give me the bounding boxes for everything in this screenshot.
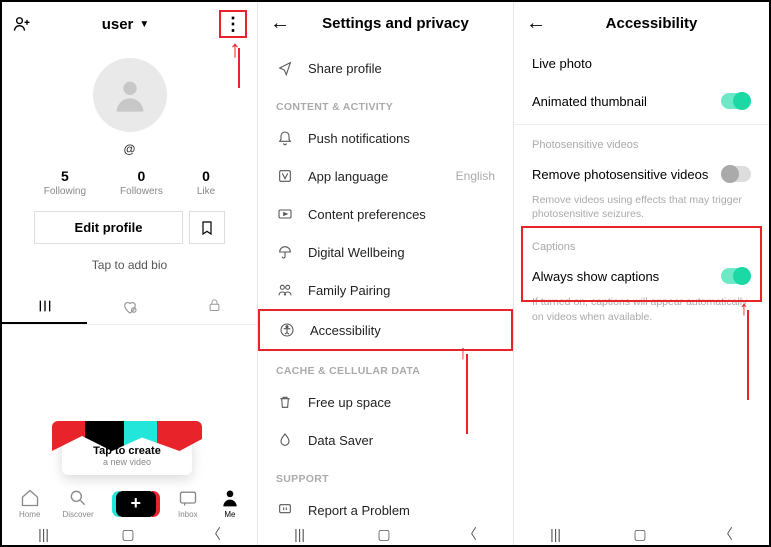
- section-photosensitive: Photosensitive videos: [514, 129, 769, 155]
- nav-me[interactable]: Me: [220, 488, 240, 519]
- row-share-profile[interactable]: Share profile: [258, 49, 513, 87]
- row-content-preferences[interactable]: Content preferences: [258, 195, 513, 233]
- back-button[interactable]: ←: [270, 12, 290, 35]
- profile-panel: user ▼ ⋮ ↑ @ 5 Following 0 Followers: [2, 2, 258, 545]
- bell-icon: [276, 130, 294, 146]
- system-nav: ||| ▢ 〈: [514, 523, 769, 545]
- nav-discover[interactable]: Discover: [62, 488, 93, 519]
- row-animated-thumbnail[interactable]: Animated thumbnail: [514, 82, 769, 120]
- settings-panel: ← Settings and privacy Share profileCONT…: [258, 2, 514, 545]
- family-icon: [276, 282, 294, 298]
- row-digital-wellbeing[interactable]: Digital Wellbeing: [258, 233, 513, 271]
- umbrella-icon: [276, 244, 294, 260]
- access-icon: [278, 322, 296, 338]
- page-title: Settings and privacy: [290, 15, 501, 32]
- drop-icon: [276, 432, 294, 448]
- bookmark-button[interactable]: [189, 211, 225, 244]
- tab-liked[interactable]: [87, 290, 172, 324]
- nav-create[interactable]: +: [116, 491, 156, 517]
- sys-home[interactable]: ▢: [121, 526, 134, 543]
- bottom-nav: Home Discover + Inbox Me: [2, 484, 257, 523]
- row-push-notifications[interactable]: Push notifications: [258, 119, 513, 157]
- sys-recent[interactable]: |||: [38, 526, 49, 542]
- user-handle: @: [124, 142, 136, 156]
- system-nav: ||| ▢ 〈: [258, 523, 513, 545]
- row-data-saver[interactable]: Data Saver: [258, 421, 513, 459]
- sys-back[interactable]: 〈: [463, 524, 477, 544]
- sys-recent[interactable]: |||: [294, 526, 305, 542]
- edit-profile-button[interactable]: Edit profile: [34, 211, 184, 244]
- sys-back[interactable]: 〈: [719, 524, 733, 544]
- section-content-activity: CONTENT & ACTIVITY: [258, 87, 513, 119]
- bio-placeholder[interactable]: Tap to add bio: [92, 258, 167, 272]
- row-app-language[interactable]: App languageEnglish: [258, 157, 513, 195]
- row-free-up-space[interactable]: Free up space: [258, 383, 513, 421]
- row-family-pairing[interactable]: Family Pairing: [258, 271, 513, 309]
- section-support: SUPPORT: [258, 459, 513, 491]
- system-nav: ||| ▢ 〈: [2, 523, 257, 545]
- more-menu-button[interactable]: ⋮: [219, 10, 247, 38]
- row-live-photo[interactable]: Live photo: [514, 45, 769, 82]
- sys-recent[interactable]: |||: [550, 526, 561, 542]
- stat-followers[interactable]: 0 Followers: [120, 168, 163, 197]
- annotation-arrow: ↑: [458, 342, 468, 365]
- username: user: [102, 16, 134, 33]
- toggle-photosensitive[interactable]: [721, 166, 751, 182]
- tap-to-create-card[interactable]: Tap to create a new video: [62, 435, 192, 475]
- stat-likes[interactable]: 0 Like: [197, 168, 215, 197]
- flag-icon: [276, 502, 294, 518]
- sys-home[interactable]: ▢: [633, 526, 646, 543]
- back-button[interactable]: ←: [526, 12, 546, 35]
- nav-home[interactable]: Home: [19, 488, 40, 519]
- section-cache: CACHE & CELLULAR DATA: [258, 351, 513, 383]
- toggle-animated-thumbnail[interactable]: [721, 93, 751, 109]
- add-person-icon[interactable]: [12, 14, 32, 34]
- annotation-highlight: [521, 226, 762, 302]
- row-remove-photosensitive[interactable]: Remove photosensitive videos: [514, 155, 769, 193]
- username-dropdown[interactable]: user ▼: [40, 16, 211, 33]
- accessibility-panel: ← Accessibility Live photo Animated thum…: [514, 2, 769, 545]
- pref-icon: [276, 206, 294, 222]
- stat-following[interactable]: 5 Following: [44, 168, 86, 197]
- sys-back[interactable]: 〈: [207, 524, 221, 544]
- tab-private[interactable]: [172, 290, 257, 324]
- row-accessibility[interactable]: Accessibility: [258, 309, 513, 351]
- page-title: Accessibility: [546, 15, 757, 32]
- chevron-down-icon: ▼: [139, 19, 149, 30]
- share-icon: [276, 60, 294, 76]
- tab-grid[interactable]: [2, 290, 87, 324]
- annotation-arrow: ↑: [739, 298, 749, 321]
- avatar[interactable]: [93, 58, 167, 132]
- trash-icon: [276, 394, 294, 410]
- sys-home[interactable]: ▢: [377, 526, 390, 543]
- annotation-arrow: ↑: [229, 36, 241, 64]
- nav-inbox[interactable]: Inbox: [178, 488, 198, 519]
- lang-icon: [276, 168, 294, 184]
